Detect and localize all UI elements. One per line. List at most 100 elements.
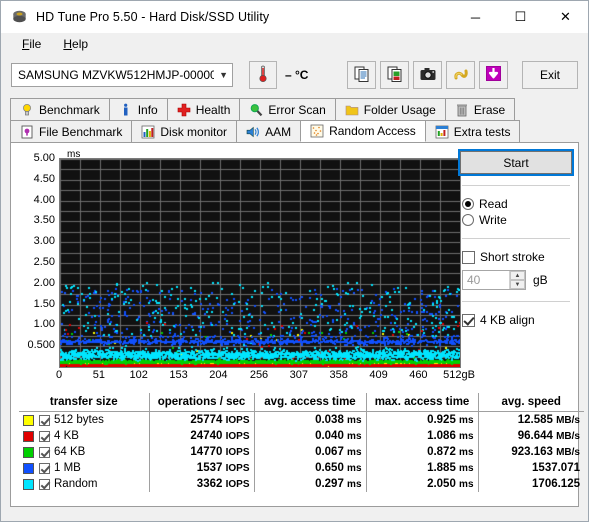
toolbar-buttons	[347, 61, 508, 89]
avg-value: 0.297	[315, 478, 344, 491]
start-button[interactable]: Start	[458, 149, 574, 176]
cable-button[interactable]	[446, 61, 475, 89]
tab-health-label: Health	[195, 102, 231, 117]
menu-file[interactable]: File	[11, 35, 52, 53]
avg-unit: ms	[347, 431, 362, 443]
max-value: 2.050	[427, 478, 456, 491]
tab-file-benchmark[interactable]: File Benchmark	[10, 120, 133, 142]
align-checkbox[interactable]: 4 KB align	[462, 313, 572, 327]
y-tick-label: 4.50	[33, 172, 55, 185]
max-value: 0.872	[427, 446, 456, 459]
drive-select[interactable]: SAMSUNG MZVKW512HMJP-00000 (512 ▼	[11, 63, 233, 87]
row-label-cell[interactable]: Random	[19, 476, 150, 493]
test-controls: Start Read Write Short stroke 40 ▲ ▼ gB …	[458, 149, 574, 329]
copy-image-button[interactable]	[380, 61, 409, 89]
iops-unit: IOPS	[225, 415, 250, 427]
series-color-swatch	[23, 414, 34, 426]
speed-value: 1706.125	[532, 478, 580, 491]
series-checkbox[interactable]	[39, 414, 50, 426]
tab-folder-usage-label: Folder Usage	[363, 102, 436, 117]
screenshot-button[interactable]	[413, 61, 442, 89]
tab-disk-monitor-label: Disk monitor	[160, 124, 228, 139]
header-avg-access-time: avg. access time	[254, 393, 367, 412]
copy-text-icon	[354, 66, 370, 85]
tab-random-access[interactable]: Random Access	[300, 120, 426, 142]
series-checkbox[interactable]	[39, 478, 50, 490]
short-stroke-checkbox[interactable]: Short stroke	[462, 250, 572, 264]
access-time-chart: ms 5.00 4.50 4.00 3.50 3.00 2.50 2.00 1.50 1.00 0…	[19, 149, 474, 387]
radio-write[interactable]: Write	[462, 213, 572, 227]
thermometer-icon	[258, 65, 268, 86]
exit-button[interactable]: Exit	[522, 61, 578, 89]
tab-row-1: Benchmark Info Health Error Scan Folder …	[10, 98, 579, 120]
x-tick-label: 102	[129, 369, 148, 381]
cross-icon	[177, 103, 191, 117]
radio-read-label: Read	[479, 197, 508, 211]
tab-extra-tests[interactable]: Extra tests	[424, 120, 521, 142]
save-button[interactable]	[479, 61, 508, 89]
menu-help[interactable]: Help	[52, 35, 99, 53]
row-label-cell[interactable]: 4 KB	[19, 428, 150, 445]
series-checkbox[interactable]	[39, 446, 50, 458]
series-color-swatch	[23, 462, 34, 474]
tab-folder-usage[interactable]: Folder Usage	[334, 98, 446, 120]
row-label-cell[interactable]: 512 bytes	[19, 411, 150, 429]
magnifier-icon	[249, 103, 263, 117]
max-unit: ms	[459, 415, 474, 427]
close-button[interactable]: ✕	[543, 1, 588, 33]
header-avg-speed: avg. speed	[501, 396, 561, 408]
speed-value: 96.644	[517, 430, 553, 443]
file-icon	[20, 125, 34, 139]
max-access-cell: 0.872 ms	[366, 444, 479, 461]
tab-info[interactable]: Info	[108, 98, 168, 120]
series-label: 64 KB	[54, 446, 86, 459]
max-unit: ms	[459, 431, 474, 443]
table-row: Random 3362 IOPS 0.297 ms 2.050 ms 1706.125	[19, 476, 584, 493]
row-label-cell[interactable]: 64 KB	[19, 444, 150, 461]
iops-value: 14770	[190, 446, 223, 459]
max-access-cell: 0.925 ms	[366, 411, 479, 429]
maximize-button[interactable]: ☐	[498, 1, 543, 33]
avg-access-cell: 0.038 ms	[254, 411, 367, 429]
stepper-up-icon[interactable]: ▲	[510, 271, 525, 280]
title-bar: HD Tune Pro 5.50 - Hard Disk/SSD Utility…	[1, 1, 588, 33]
radio-read[interactable]: Read	[462, 197, 572, 211]
row-label-cell[interactable]: 1 MB	[19, 460, 150, 477]
series-color-swatch	[23, 478, 34, 490]
speed-unit: MB/s	[556, 415, 580, 427]
series-checkbox[interactable]	[39, 462, 50, 474]
folder-icon	[345, 103, 359, 117]
y-tick-label: 5.00	[33, 152, 55, 164]
tab-erase[interactable]: Erase	[444, 98, 516, 120]
bars-icon	[141, 125, 155, 139]
iops-value: 25774	[190, 414, 223, 427]
stepper-down-icon[interactable]: ▼	[510, 280, 525, 289]
table-row: 64 KB 14770 IOPS 0.067 ms 0.872 ms 923.163 M…	[19, 444, 584, 461]
radio-write-label: Write	[479, 213, 507, 227]
menu-help-label: elp	[72, 37, 89, 51]
extra-icon	[435, 125, 449, 139]
series-checkbox[interactable]	[39, 430, 50, 442]
y-tick-label: 1.50	[33, 297, 55, 310]
tab-disk-monitor[interactable]: Disk monitor	[131, 120, 238, 142]
short-stroke-stepper[interactable]: 40 ▲ ▼	[462, 270, 526, 290]
header-operations-sec: operations / sec	[149, 393, 255, 412]
tab-aam[interactable]: AAM	[236, 120, 302, 142]
avg-access-cell: 0.067 ms	[254, 444, 367, 461]
download-arrow-icon	[485, 65, 502, 85]
iops-value: 1537	[196, 462, 223, 475]
avg-speed-cell: 1537.071	[478, 460, 584, 476]
temperature-button[interactable]	[249, 61, 277, 89]
avg-unit: ms	[347, 463, 362, 475]
copy-text-button[interactable]	[347, 61, 376, 89]
max-access-cell: 1.885 ms	[366, 460, 479, 477]
tab-health[interactable]: Health	[166, 98, 241, 120]
radio-write-icon	[462, 214, 474, 226]
y-axis-labels: 5.00 4.50 4.00 3.50 3.00 2.50 2.00 1.50 1.00 0.50…	[19, 149, 55, 364]
minimize-button[interactable]: ─	[453, 1, 498, 33]
tab-error-scan[interactable]: Error Scan	[239, 98, 336, 120]
iops-cell: 3362 IOPS	[149, 476, 255, 493]
tab-benchmark[interactable]: Benchmark	[10, 98, 110, 120]
iops-unit: IOPS	[225, 447, 250, 459]
tab-error-scan-label: Error Scan	[268, 102, 326, 117]
